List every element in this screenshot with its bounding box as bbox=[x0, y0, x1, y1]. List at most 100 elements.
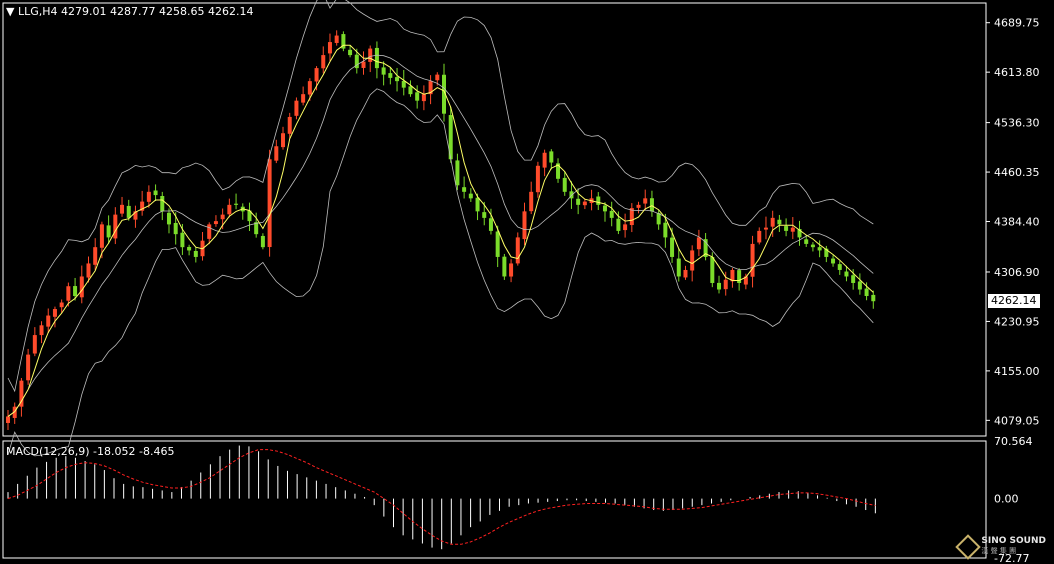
candle-body bbox=[160, 196, 165, 212]
candle-body bbox=[488, 218, 493, 231]
candle-body bbox=[804, 239, 809, 244]
low-value: 4258.65 bbox=[159, 5, 205, 18]
candle-body bbox=[395, 77, 400, 82]
price-axis-label: 4155.00 bbox=[994, 365, 1040, 378]
candle-body bbox=[468, 193, 473, 199]
candle-body bbox=[837, 264, 842, 270]
candle-body bbox=[864, 288, 869, 297]
candle-body bbox=[629, 208, 634, 226]
candle-body bbox=[636, 204, 641, 208]
brand-logo: SINO SOUND 漢 聲 集 團 bbox=[955, 533, 1046, 560]
candle-body bbox=[39, 325, 44, 336]
candle-body bbox=[6, 416, 10, 423]
candle-body bbox=[52, 309, 57, 317]
candle-body bbox=[294, 100, 299, 116]
candle-body bbox=[576, 198, 581, 205]
price-axis-label: 4079.05 bbox=[994, 414, 1040, 427]
candle-body bbox=[777, 219, 782, 225]
candle-body bbox=[817, 247, 822, 251]
candle-body bbox=[46, 315, 51, 327]
candle-body bbox=[307, 81, 312, 95]
candle-body bbox=[220, 214, 225, 220]
macd-label: MACD(12,26,9) bbox=[6, 445, 90, 458]
candle-body bbox=[32, 335, 37, 354]
candle-body bbox=[810, 244, 815, 248]
candle-body bbox=[421, 94, 426, 102]
candle-body bbox=[368, 48, 373, 62]
candle-body bbox=[173, 222, 178, 235]
candle-body bbox=[113, 214, 118, 239]
candle-body bbox=[381, 67, 386, 75]
candle-body bbox=[193, 250, 198, 257]
candle-body bbox=[401, 80, 406, 88]
candle-body bbox=[616, 218, 621, 231]
candle-body bbox=[529, 191, 534, 212]
candle-body bbox=[770, 217, 775, 227]
candle-body bbox=[535, 165, 540, 193]
candle-body bbox=[99, 224, 104, 248]
candle-body bbox=[287, 116, 292, 134]
macd-main-value: -18.052 bbox=[93, 445, 136, 458]
candle-body bbox=[321, 55, 326, 69]
candle-body bbox=[180, 232, 185, 248]
candle-body bbox=[596, 196, 601, 205]
candle-body bbox=[415, 92, 420, 101]
price-axis-label: 4460.35 bbox=[994, 166, 1040, 179]
candle-body bbox=[260, 235, 265, 248]
price-axis-label: 4613.80 bbox=[994, 66, 1040, 79]
candle-body bbox=[59, 302, 64, 308]
candle-body bbox=[851, 275, 856, 283]
macd-axis-label: 70.564 bbox=[994, 435, 1033, 448]
candle-body bbox=[696, 237, 701, 250]
candle-body bbox=[153, 190, 158, 196]
price-axis-label: 4689.75 bbox=[994, 17, 1040, 30]
macd-header: MACD(12,26,9) -18.052 -8.465 bbox=[6, 445, 174, 458]
candle-body bbox=[676, 258, 681, 277]
candle-body bbox=[314, 68, 319, 82]
candle-body bbox=[408, 86, 413, 95]
price-axis-label: 4306.90 bbox=[994, 266, 1040, 279]
candle-body bbox=[281, 133, 286, 148]
candle-body bbox=[857, 281, 862, 290]
candle-body bbox=[522, 211, 527, 240]
candle-body bbox=[93, 247, 98, 265]
candle-body bbox=[542, 152, 547, 168]
candle-body bbox=[126, 205, 131, 218]
candle-body bbox=[670, 237, 675, 257]
diamond-logo-icon bbox=[955, 533, 982, 560]
candle-body bbox=[737, 270, 742, 283]
open-value: 4279.01 bbox=[61, 5, 107, 18]
candle-body bbox=[549, 151, 554, 163]
candle-body bbox=[327, 42, 332, 54]
candle-body bbox=[723, 279, 728, 290]
candle-body bbox=[301, 94, 306, 103]
candle-body bbox=[274, 146, 279, 161]
candle-body bbox=[643, 198, 648, 204]
candle-body bbox=[871, 294, 876, 302]
candle-body bbox=[602, 205, 607, 212]
current-price-tag: 4262.14 bbox=[988, 294, 1040, 308]
high-value: 4287.77 bbox=[110, 5, 156, 18]
candle-body bbox=[717, 282, 722, 290]
candle-body bbox=[609, 210, 614, 218]
macd-axis-label: 0.00 bbox=[994, 493, 1019, 506]
dropdown-triangle-icon[interactable]: ▼ bbox=[6, 5, 14, 18]
bollinger-middle bbox=[7, 54, 874, 417]
candle-body bbox=[207, 224, 212, 239]
candle-body bbox=[663, 222, 668, 238]
candle-body bbox=[763, 227, 768, 230]
candle-body bbox=[86, 263, 91, 278]
candle-body bbox=[509, 263, 514, 277]
price-axis-label: 4536.30 bbox=[994, 117, 1040, 130]
candle-body bbox=[120, 204, 125, 214]
candle-body bbox=[267, 159, 272, 248]
candle-body bbox=[187, 246, 192, 251]
candle-body bbox=[234, 203, 239, 205]
candle-body bbox=[166, 212, 171, 225]
candle-body bbox=[562, 177, 567, 192]
candle-body bbox=[844, 271, 849, 277]
candle-body bbox=[831, 258, 836, 264]
candle-body bbox=[515, 237, 520, 264]
price-axis-label: 4230.95 bbox=[994, 315, 1040, 328]
candle-body bbox=[334, 35, 339, 43]
